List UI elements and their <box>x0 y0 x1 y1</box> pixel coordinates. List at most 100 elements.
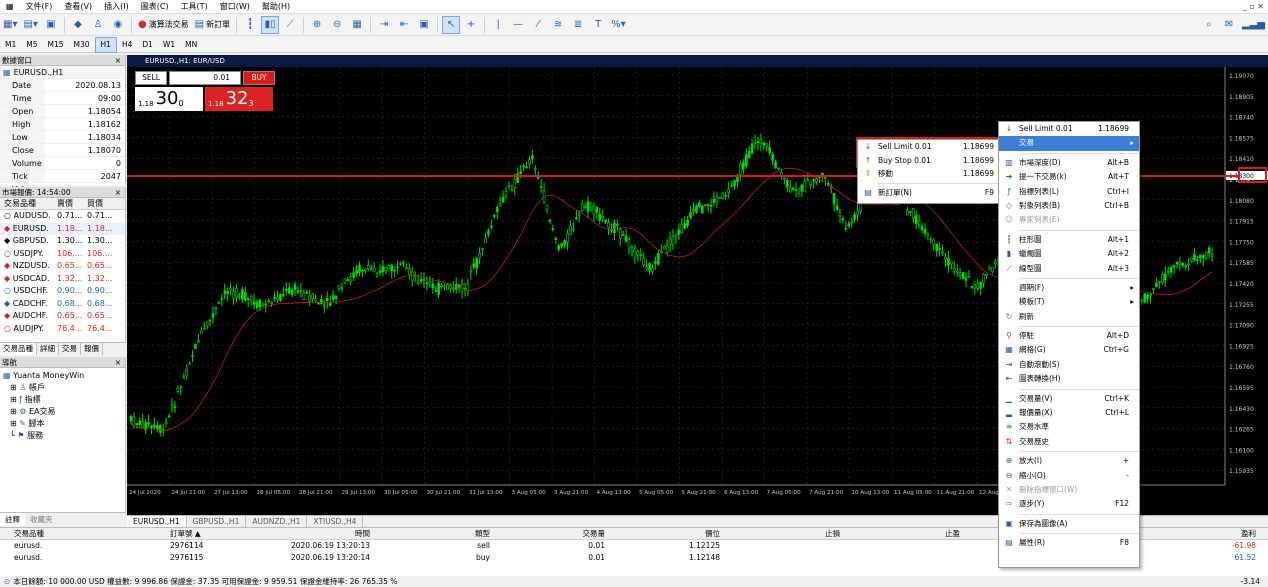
symbol[interactable]: ◆ USDCAD. <box>0 273 55 286</box>
symbol[interactable]: ○ USDCHF. <box>0 285 55 298</box>
symbol[interactable]: ◆ NZDUSD. <box>0 260 55 273</box>
menu-item[interactable]: 圖表(C) <box>135 0 175 14</box>
col-bid[interactable]: 賣價 <box>55 198 85 209</box>
context-menu-item[interactable]: ➜ 提一下交易(k) Alt+T <box>999 170 1139 184</box>
line-chart-icon[interactable]: ⟋ <box>281 16 299 34</box>
market-watch-tab[interactable]: 交易 <box>59 343 81 355</box>
symbol[interactable]: ◆ CADCHF. <box>0 298 55 311</box>
text-icon[interactable]: T <box>589 16 607 34</box>
chart-tab[interactable]: EURUSD.,H1 <box>127 516 187 527</box>
vline-icon[interactable]: | <box>489 16 507 34</box>
indicators-icon[interactable]: %▾ <box>609 16 628 34</box>
context-menu-item[interactable]: ⇨ 逐步(Y) F12 <box>999 497 1139 511</box>
close-icon[interactable]: × <box>115 357 121 368</box>
menu-item[interactable]: 插入(I) <box>98 0 135 14</box>
context-menu-item[interactable]: ≡ 交易水準 <box>999 420 1139 434</box>
window-controls[interactable]: _ ▫ ✕ <box>1243 0 1264 14</box>
symbol[interactable]: ◆ EURUSD. <box>0 223 55 236</box>
timeframe-m15[interactable]: M15 <box>43 38 69 52</box>
chart-tab[interactable]: XTIUSD.,H4 <box>307 516 364 527</box>
navigator-item[interactable]: ▦ Yuanta MoneyWin <box>0 370 125 382</box>
market-watch-row[interactable]: ○ USDJPY. 106.... 106.... <box>0 248 125 261</box>
market-watch-tab[interactable]: 交易品種 <box>0 343 37 355</box>
trendline-icon[interactable]: ⁄ <box>529 16 547 34</box>
market-watch-row[interactable]: ○ USDCHF. 0.90... 0.90... <box>0 285 125 298</box>
chart-tab[interactable]: AUDNZD.,H1 <box>246 516 308 527</box>
context-menu-item[interactable]: ▥ 市場深度(D) Alt+B <box>999 156 1139 170</box>
navigator-item[interactable]: ⊞ ⚙ EA交易 <box>0 406 125 418</box>
terminal-header[interactable]: 止損 <box>720 528 840 539</box>
menu-item[interactable]: 幫助(H) <box>256 0 296 14</box>
context-menu-item[interactable]: ▦ 網格(G) Ctrl+G <box>999 343 1139 357</box>
terminal-header[interactable]: 類型 <box>370 528 490 539</box>
zoom-out-icon[interactable]: ⊖ <box>328 16 346 34</box>
terminal-header[interactable]: 止盈 <box>840 528 960 539</box>
market-watch-row[interactable]: ◆ NZDUSD. 0.65... 0.65... <box>0 260 125 273</box>
zoom-in-icon[interactable]: ⊕ <box>308 16 326 34</box>
context-menu-item[interactable]: ⊖ 縮小(O) - <box>999 469 1139 483</box>
context-menu-item[interactable]: ▤ 屬性(R) F8 <box>999 536 1139 550</box>
chat-icon[interactable]: ✉ <box>1220 16 1238 34</box>
col-symbol[interactable]: 交易品種 <box>0 198 55 209</box>
crosshair-icon[interactable]: + <box>462 16 480 34</box>
market-watch-tab[interactable]: 詳細 <box>37 343 59 355</box>
terminal-header[interactable]: 交易量 <box>490 528 606 539</box>
search-icon[interactable]: ⌕ <box>1200 16 1218 34</box>
expand-icon[interactable]: ⊞ <box>10 383 19 392</box>
terminal-header[interactable]: 價位 <box>605 528 720 539</box>
context-menu-item[interactable]: ▮ 蠟燭圖 Alt+2 <box>999 247 1139 261</box>
submenu-item[interactable]: ↑ Buy Stop 0.01 1.18699 <box>858 154 999 168</box>
menu-item[interactable]: 查看(V) <box>58 0 98 14</box>
left-tab[interactable]: 收藏夾 <box>25 513 58 526</box>
expand-icon[interactable]: ⊞ <box>10 395 19 404</box>
lot-input[interactable]: 0.01 <box>169 71 241 85</box>
submenu-item[interactable]: ⇕ 移動 1.18699 <box>858 167 999 181</box>
market-watch-row[interactable]: ◆ EURUSD. 1.18... 1.18... <box>0 222 125 236</box>
candle-chart-icon[interactable]: ▮▯ <box>261 15 280 34</box>
context-menu-item[interactable]: ↓ Sell Limit 0.01 1.18699 <box>999 122 1139 136</box>
symbol[interactable]: ○ AUDUSD. <box>0 210 55 223</box>
terminal-icon[interactable]: ♙ <box>89 16 107 34</box>
menu-item[interactable]: 文件(F) <box>20 0 59 14</box>
symbol[interactable]: ○ USDJPY. <box>0 248 55 261</box>
col-ask[interactable]: 買價 <box>85 198 115 209</box>
tile-icon[interactable]: ▦ <box>348 16 366 34</box>
context-menu-item[interactable]: ▣ 保存為圖像(A) <box>999 517 1139 531</box>
channel-icon[interactable]: ≋ <box>549 16 567 34</box>
menu-item[interactable]: 工具(T) <box>175 0 214 14</box>
bar-chart-icon[interactable]: ┇ <box>241 16 259 34</box>
timeframe-m5[interactable]: M5 <box>21 38 42 52</box>
market-watch-row[interactable]: ◆ USDCAD. 1.32... 1.32... <box>0 273 125 286</box>
symbol[interactable]: ○ AUDJPY. <box>0 323 55 336</box>
context-menu-item[interactable]: ⇥ 自動滾動(S) <box>999 358 1139 372</box>
app-icon[interactable]: ▦ <box>0 0 20 14</box>
submenu-item[interactable]: ▤ 新訂單(N) F9 <box>858 186 999 200</box>
context-menu-item[interactable]: ┇ 柱形圖 Alt+1 <box>999 233 1139 247</box>
navigator-item[interactable]: └ ⚑ 服務 <box>0 430 125 442</box>
templates-icon[interactable]: ▣ <box>415 16 433 34</box>
context-menu-item[interactable]: ⊕ 放大(I) + <box>999 454 1139 468</box>
expand-icon[interactable]: ⊞ <box>10 419 19 428</box>
submenu-item[interactable]: ↓ Sell Limit 0.01 1.18699 <box>858 140 999 154</box>
navigator-icon[interactable]: ◆ <box>69 16 87 34</box>
navigator-item[interactable]: ⊞ ƒ 指標 <box>0 394 125 406</box>
hline-icon[interactable]: — <box>509 16 527 34</box>
chart-shift-icon[interactable]: ⇤ <box>395 16 413 34</box>
expand-icon[interactable]: ⊞ <box>10 407 19 416</box>
close-icon[interactable]: × <box>115 55 121 66</box>
context-menu-item[interactable]: ⚲ 停駐 Alt+D <box>999 329 1139 343</box>
autoscroll-icon[interactable]: ⇥ <box>375 16 393 34</box>
terminal-header[interactable]: 交易品種 <box>0 528 140 539</box>
context-menu-item[interactable]: ⇤ 圖表轉換(H) <box>999 372 1139 386</box>
algo-trading-button[interactable]: ● 演算法交易 <box>136 16 191 34</box>
context-menu-item[interactable]: ƒ 指標列表(L) Ctrl+I <box>999 185 1139 199</box>
context-menu-item[interactable]: ↻ 刷新 <box>999 310 1139 324</box>
context-menu-item[interactable]: ▂ 報價量(X) Ctrl+L <box>999 406 1139 420</box>
market-watch-row[interactable]: ◆ GBPUSD. 1.30... 1.30... <box>0 235 125 248</box>
profiles-icon[interactable]: ▤▾ <box>21 16 39 34</box>
left-tab[interactable]: 註釋 <box>0 513 25 526</box>
sell-button[interactable]: SELL <box>135 71 167 85</box>
new-chart-icon[interactable]: ▦▾ <box>1 16 19 34</box>
navigator-item[interactable]: ⊞ ♙ 帳戶 <box>0 382 125 394</box>
market-watch-row[interactable]: ◆ AUDCHF. 0.65... 0.65... <box>0 310 125 323</box>
